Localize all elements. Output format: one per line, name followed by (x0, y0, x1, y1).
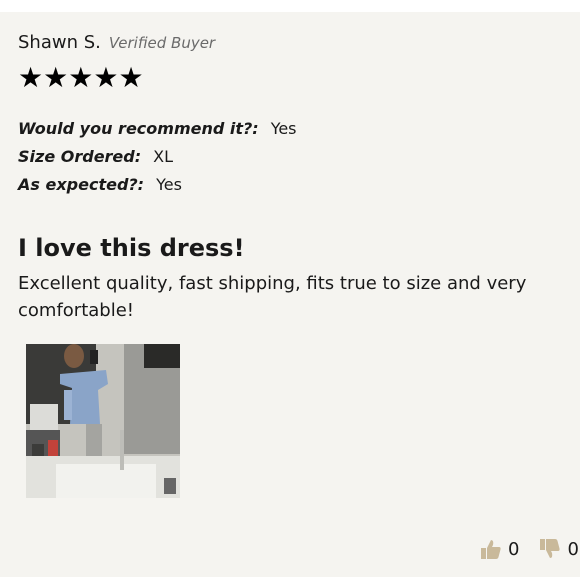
unhelpful-vote-button[interactable]: 0 (539, 538, 579, 560)
customer-photo-image (26, 344, 180, 498)
reviewer-header: Shawn S. Verified Buyer (18, 32, 215, 53)
review-title: I love this dress! (18, 234, 245, 262)
helpful-vote-button[interactable]: 0 (480, 538, 519, 560)
question-label: Would you recommend it?: (18, 119, 259, 138)
star-icon: ★ (18, 61, 44, 94)
thumbs-up-icon (481, 540, 501, 559)
star-icon: ★ (68, 61, 94, 94)
question-label: Size Ordered: (18, 147, 142, 166)
verified-buyer-badge: Verified Buyer (108, 34, 216, 52)
star-icon: ★ (43, 61, 69, 94)
question-value: XL (153, 147, 174, 166)
review-card: Shawn S. Verified Buyer ★ ★ ★ ★ ★ Would … (0, 12, 580, 577)
question-label: As expected?: (18, 175, 145, 194)
review-body: Excellent quality, fast shipping, fits t… (18, 273, 527, 321)
question-value: Yes (156, 175, 182, 194)
star-icon: ★ (93, 61, 119, 94)
unhelpful-count: 0 (567, 538, 579, 560)
question-value: Yes (270, 119, 297, 138)
question-recommend: Would you recommend it?: Yes (18, 119, 297, 138)
helpful-count: 0 (508, 538, 520, 560)
reviewer-name: Shawn S. (18, 32, 101, 53)
question-size-ordered: Size Ordered: XL (18, 147, 173, 166)
star-icon: ★ (118, 61, 144, 94)
star-rating: ★ ★ ★ ★ ★ (18, 64, 144, 92)
customer-photo[interactable] (26, 344, 180, 498)
helpfulness-votes: 0 0 (480, 538, 580, 560)
question-as-expected: As expected?: Yes (18, 175, 182, 194)
thumbs-down-icon (540, 539, 561, 558)
